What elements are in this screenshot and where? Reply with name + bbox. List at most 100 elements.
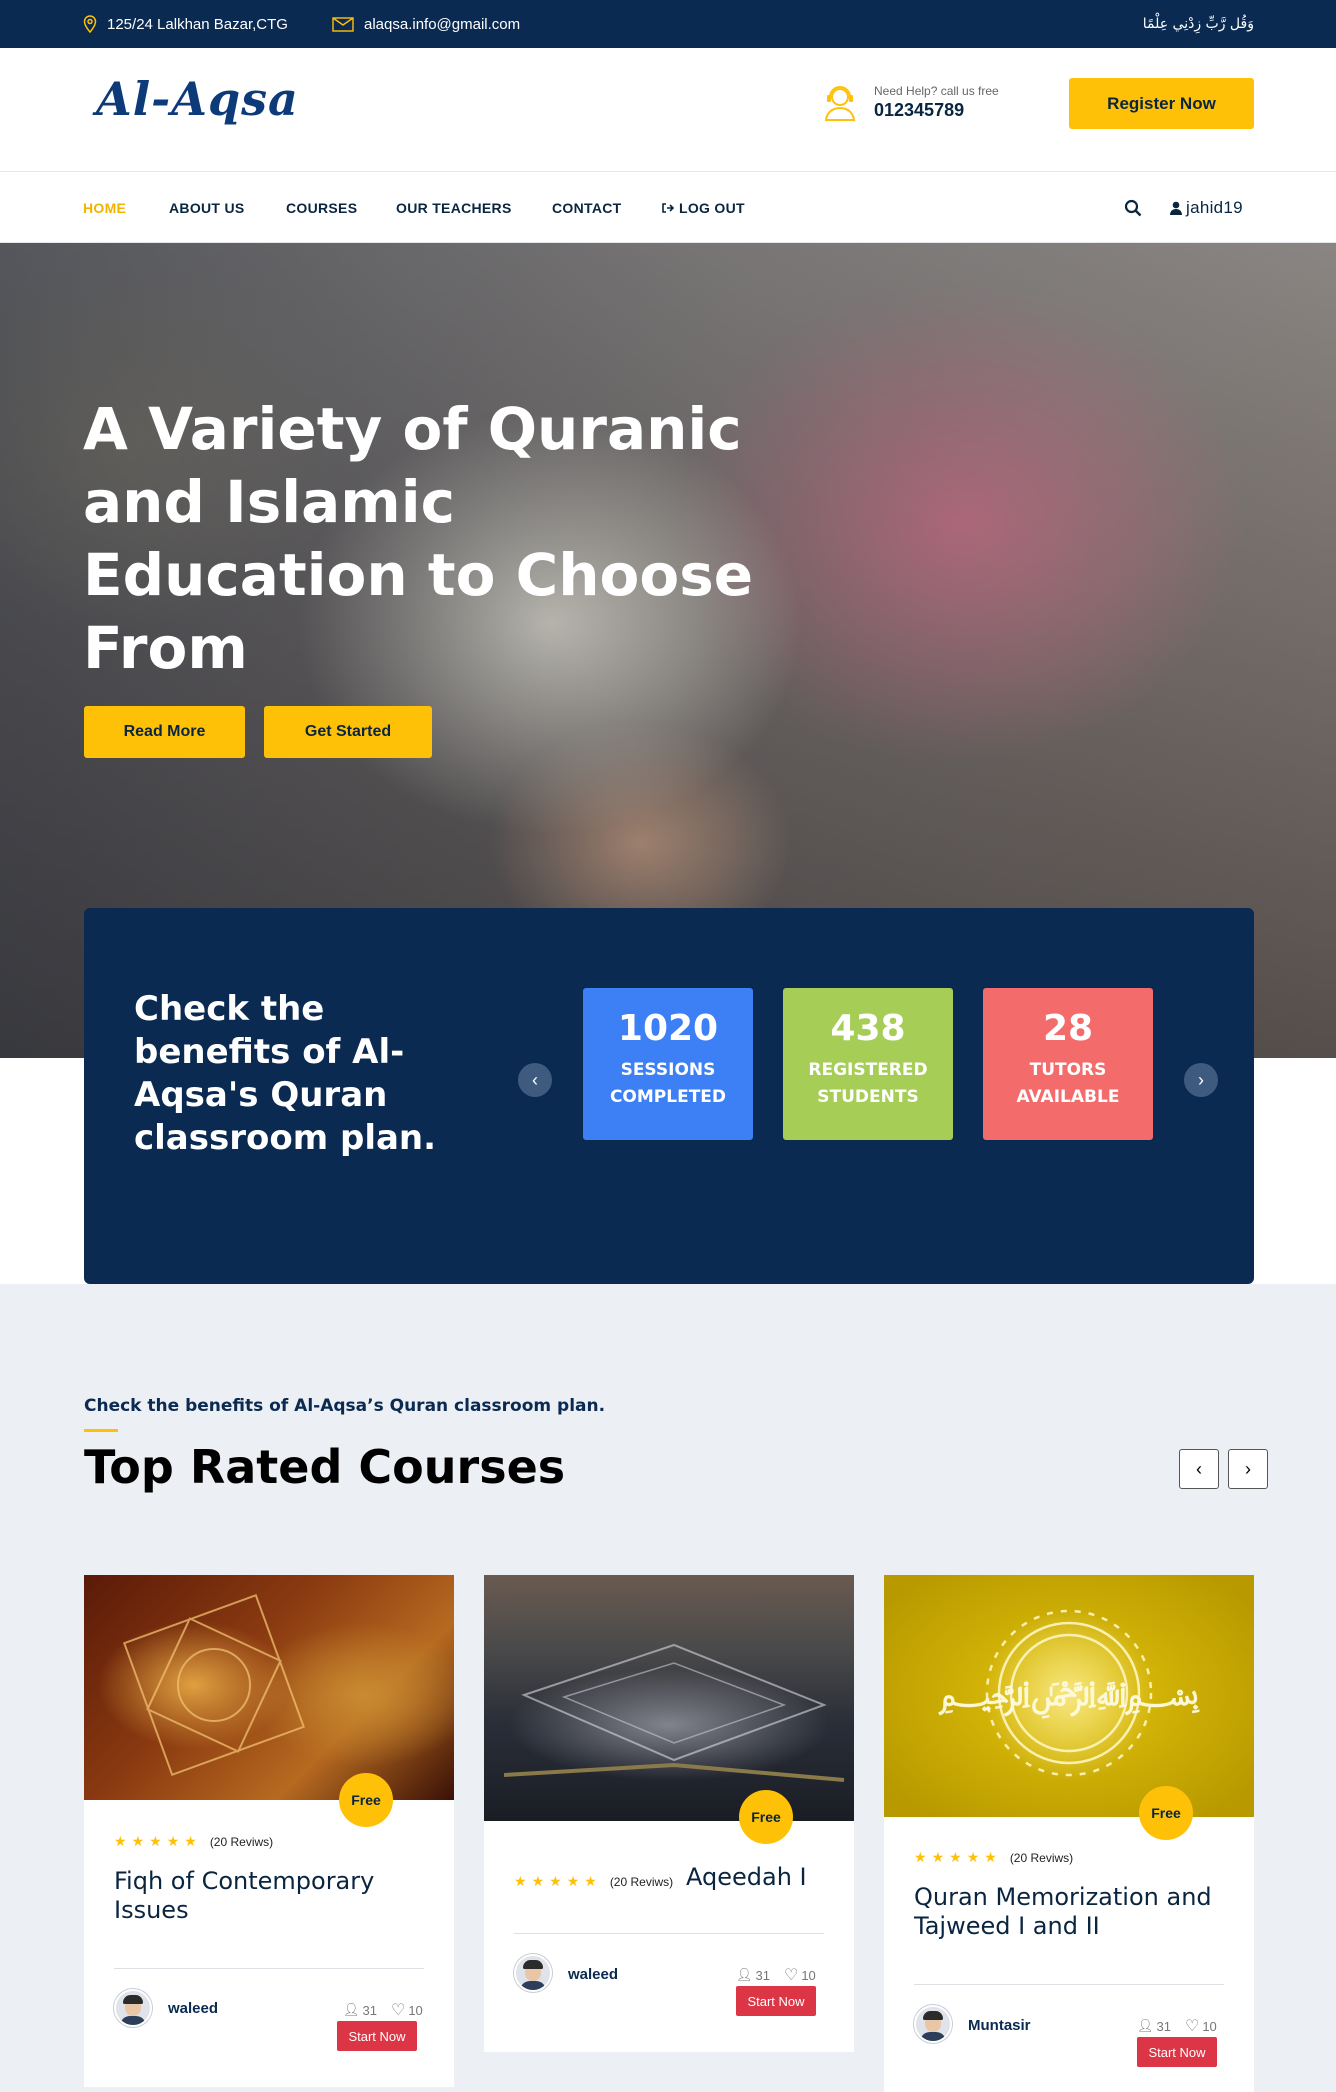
envelope-icon (332, 16, 354, 32)
email-item[interactable]: alaqsa.info@gmail.com (332, 0, 520, 48)
nav-item-teachers[interactable]: OUR TEACHERS (396, 172, 512, 243)
svg-text:﷽: ﷽ (938, 1674, 1201, 1719)
like-count: 10 (408, 2002, 423, 2018)
star-icon: ★ (184, 1833, 197, 1849)
course-image[interactable]: ﷽ (884, 1575, 1254, 1817)
course-title[interactable]: Quran Memorization and Tajweed I and II (914, 1883, 1214, 1941)
star-icon: ★ (131, 1833, 145, 1849)
course-title[interactable]: Aqeedah I (686, 1863, 836, 1892)
price-badge: Free (1139, 1786, 1193, 1840)
course-meta: 👤︎ 31 ♡ 10 (736, 1965, 816, 1985)
map-pin-icon (83, 15, 97, 33)
stat-value: 28 (1042, 1008, 1094, 1049)
review-count: (20 Reviws) (609, 1874, 674, 1889)
main-nav: HOME ABOUT US COURSES OUR TEACHERS CONTA… (0, 172, 1336, 243)
stat-value: 438 (830, 1008, 906, 1049)
chevron-right-icon: › (1198, 1069, 1204, 1090)
courses-next-button[interactable]: › (1228, 1449, 1268, 1489)
course-image[interactable] (484, 1575, 854, 1821)
get-started-button[interactable]: Get Started (264, 706, 432, 758)
user-menu[interactable]: jahid19 (1170, 172, 1243, 243)
nav-item-courses[interactable]: COURSES (286, 172, 357, 243)
rating-stars: ★ ★ ★ ★ ★ (20 Reviws) (914, 1849, 1073, 1866)
stat-card-students: 438 REGISTERED STUDENTS (783, 988, 953, 1140)
sign-out-icon (662, 202, 674, 214)
courses-subtitle: Check the benefits of Al-Aqsa’s Quran cl… (84, 1396, 606, 1416)
chevron-right-icon: › (1245, 1458, 1251, 1479)
course-image[interactable] (84, 1575, 454, 1800)
course-card[interactable]: Free ★ ★ ★ ★ ★ (20 Reviws) Fiqh of Contempor… (84, 1575, 454, 2087)
star-icon: ★ (149, 1833, 162, 1849)
stats-panel: Check the benefits of Al-Aqsa's Quran cl… (84, 908, 1254, 1284)
course-card[interactable]: ﷽ Free ★ ★ ★ ★ ★ (20 Reviws) Quran Memorizat… (884, 1575, 1254, 2092)
course-meta: 👤︎ 31 ♡ 10 (343, 2000, 423, 2020)
nav-item-home[interactable]: HOME (83, 172, 126, 243)
star-icon: ★ (549, 1873, 562, 1889)
star-icon: ★ (566, 1873, 580, 1889)
rating-stars: ★ ★ ★ ★ ★ (20 Reviws) (114, 1833, 273, 1850)
stat-card-tutors: 28 TUTORS AVAILABLE (983, 988, 1153, 1140)
price-badge: Free (739, 1790, 793, 1844)
username: jahid19 (1186, 197, 1243, 217)
logout-label: LOG OUT (679, 199, 745, 216)
star-icon: ★ (966, 1849, 980, 1865)
support-agent-icon (820, 82, 860, 122)
search-icon[interactable] (1124, 172, 1142, 243)
star-icon: ★ (949, 1849, 962, 1865)
help-contact: Need Help? call us free 012345789 (820, 82, 999, 122)
author-avatar (914, 2005, 952, 2043)
price-badge: Free (339, 1773, 393, 1827)
hero-title: A Variety of Quranic and Islamic Educati… (83, 395, 754, 682)
chevron-left-icon: ‹ (1196, 1458, 1202, 1479)
like-count: 10 (801, 1967, 816, 1983)
stats-next-button[interactable]: › (1184, 1063, 1218, 1097)
stat-label: SESSIONS COMPLETED (609, 1060, 727, 1107)
review-count: (20 Reviws) (1009, 1850, 1074, 1865)
address-item: 125/24 Lalkhan Bazar,CTG (83, 0, 288, 48)
course-title[interactable]: Fiqh of Contemporary Issues (114, 1867, 414, 1925)
stats-prev-button[interactable]: ‹ (518, 1063, 552, 1097)
user-icon: 👤︎ (736, 1967, 753, 1982)
arabic-verse: وَقُل رَّبِّ زِدْنِي عِلْمًا (1142, 16, 1254, 32)
site-logo[interactable]: Al-Aqsa (96, 72, 299, 126)
author-name[interactable]: Muntasir (968, 2017, 1031, 2034)
stat-card-sessions: 1020 SESSIONS COMPLETED (583, 988, 753, 1140)
nav-item-contact[interactable]: CONTACT (552, 172, 622, 243)
start-now-button[interactable]: Start Now (337, 2021, 417, 2051)
star-icon: ★ (984, 1849, 997, 1865)
user-icon: 👤︎ (343, 2002, 360, 2017)
read-more-button[interactable]: Read More (84, 706, 245, 758)
student-count: 31 (1156, 2018, 1171, 2034)
student-count: 31 (755, 1967, 770, 1983)
author-name[interactable]: waleed (568, 1966, 618, 1983)
title-underline (84, 1429, 118, 1432)
star-icon: ★ (514, 1873, 527, 1889)
star-icon: ★ (931, 1849, 945, 1865)
user-icon: 👤︎ (1137, 2018, 1154, 2033)
start-now-button[interactable]: Start Now (1137, 2037, 1217, 2067)
register-button[interactable]: Register Now (1069, 78, 1254, 129)
student-count: 31 (362, 2002, 377, 2018)
stat-label: TUTORS AVAILABLE (1016, 1060, 1120, 1107)
courses-prev-button[interactable]: ‹ (1179, 1449, 1219, 1489)
nav-item-about[interactable]: ABOUT US (169, 172, 245, 243)
review-count: (20 Reviws) (209, 1834, 274, 1849)
course-card[interactable]: Free ★ ★ ★ ★ ★ (20 Reviws) Aqeedah I waleed … (484, 1575, 854, 2052)
chevron-left-icon: ‹ (532, 1069, 538, 1090)
course-meta: 👤︎ 31 ♡ 10 (1137, 2016, 1217, 2036)
nav-item-logout[interactable]: LOG OUT (662, 172, 745, 243)
top-bar: 125/24 Lalkhan Bazar,CTG alaqsa.info@gma… (0, 0, 1336, 48)
star-icon: ★ (166, 1833, 180, 1849)
heart-icon: ♡ (1184, 2018, 1200, 2035)
start-now-button[interactable]: Start Now (736, 1986, 816, 2016)
author-avatar (114, 1989, 152, 2027)
email-text[interactable]: alaqsa.info@gmail.com (364, 16, 520, 33)
star-icon: ★ (114, 1833, 127, 1849)
header: Al-Aqsa Need Help? call us free 01234578… (0, 48, 1336, 172)
stat-value: 1020 (617, 1008, 719, 1049)
courses-title: Top Rated Courses (84, 1440, 566, 1494)
help-phone[interactable]: 012345789 (874, 100, 999, 121)
address-text: 125/24 Lalkhan Bazar,CTG (107, 15, 288, 33)
author-name[interactable]: waleed (168, 2000, 218, 2017)
heart-icon: ♡ (783, 1967, 799, 1984)
